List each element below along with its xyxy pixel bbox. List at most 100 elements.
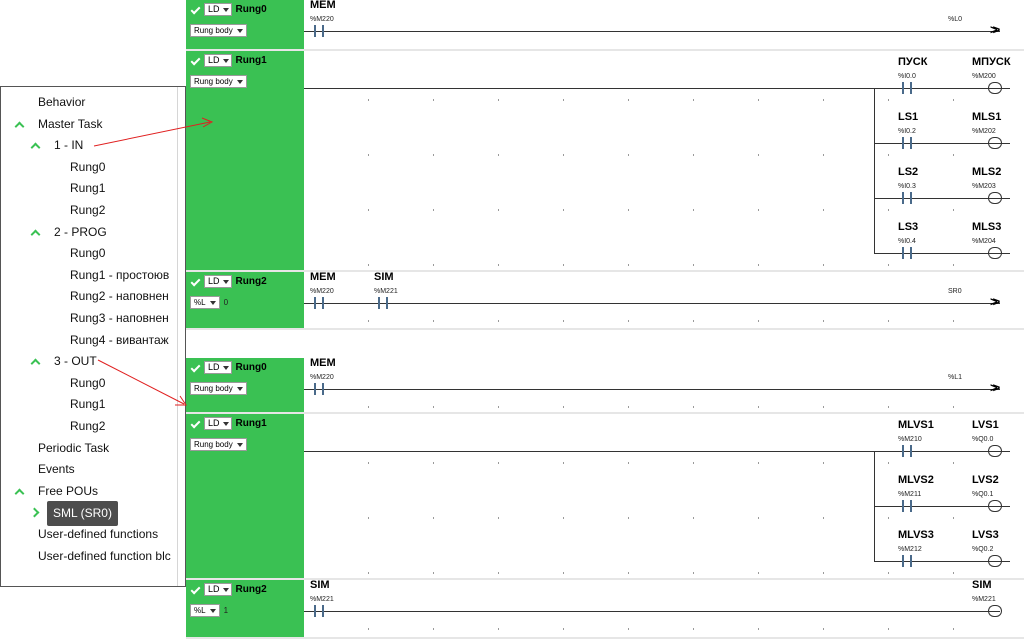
grid-dot	[693, 320, 694, 322]
tree-item[interactable]: Rung2	[70, 419, 105, 433]
contact-label: MLVS1	[898, 419, 934, 431]
wire	[304, 389, 1000, 390]
contact-address: %I0.0	[898, 73, 916, 80]
rung-header-row: LD Rung2	[190, 275, 267, 288]
rung-body-row: Rung body	[190, 24, 247, 37]
tree-item[interactable]: 1 - IN	[54, 138, 83, 152]
tree-item[interactable]: Events	[38, 462, 75, 476]
expand-chevron-icon[interactable]	[14, 488, 25, 499]
tree-item[interactable]: Rung0	[70, 160, 105, 174]
tree-item[interactable]: Behavior	[38, 95, 85, 109]
rung-body-dropdown[interactable]: %L	[190, 604, 220, 617]
contact-symbol	[308, 605, 330, 617]
rung-body-dropdown[interactable]: Rung body	[190, 438, 247, 451]
grid-dot	[888, 628, 889, 630]
grid-dot	[368, 406, 369, 408]
expand-chevron-icon[interactable]	[30, 358, 41, 369]
coil-left-arc	[988, 605, 995, 617]
tree-item[interactable]: Master Task	[38, 117, 102, 131]
rung-body-dropdown[interactable]: %L	[190, 296, 220, 309]
contact-label: SIM	[374, 271, 394, 283]
coil-symbol	[984, 555, 1006, 567]
rung-body-dropdown[interactable]: Rung body	[190, 24, 247, 37]
grid-dot	[563, 517, 564, 519]
tree-item[interactable]: User-defined functions	[38, 527, 158, 541]
check-icon[interactable]	[190, 5, 200, 15]
grid-dot	[563, 209, 564, 211]
tree-item[interactable]: 2 - PROG	[54, 225, 107, 239]
grid-dot	[433, 406, 434, 408]
coil-left-arc	[988, 445, 995, 457]
grid-dot	[693, 406, 694, 408]
rung-canvas[interactable]: ПУСК %I0.0 МПУСК %M200 LS1 %I0.2 MLS1 %M202 LS2%…	[304, 51, 1024, 270]
contact-address: %M210	[898, 436, 922, 443]
tree-item[interactable]: 3 - OUT	[54, 354, 97, 368]
grid-dot	[758, 572, 759, 574]
rung-body-dropdown[interactable]: Rung body	[190, 75, 247, 88]
grid-dot	[628, 572, 629, 574]
chevron-down-icon	[222, 587, 229, 592]
rung-value: 1	[223, 606, 229, 615]
contact-symbol	[896, 500, 918, 512]
grid-dot	[628, 154, 629, 156]
rung: LD Rung2 %L 1 SIM %M221 SIM %M221	[186, 579, 1024, 639]
coil-address: %Q0.1	[972, 491, 994, 498]
check-icon[interactable]	[190, 56, 200, 66]
grid-dot	[758, 628, 759, 630]
rung-body-row: Rung body	[190, 75, 247, 88]
tree-item[interactable]: Rung0	[70, 246, 105, 260]
contact-symbol	[896, 137, 918, 149]
tree-item[interactable]: Rung4 - вивантаж	[70, 333, 169, 347]
expand-chevron-icon[interactable]	[14, 121, 25, 132]
rung-canvas[interactable]: MEM %M220 %L1 >>	[304, 357, 1024, 412]
check-icon[interactable]	[190, 585, 200, 595]
tree-item-selected[interactable]: SML (SR0)	[47, 501, 118, 527]
grid-dot	[823, 209, 824, 211]
rung-header-row: LD Rung0	[190, 3, 267, 16]
grid-dot	[823, 99, 824, 101]
tree-item[interactable]: Rung3 - наповнен	[70, 311, 169, 325]
check-icon[interactable]	[190, 277, 200, 287]
rung-header: LD Rung0 Rung body	[186, 358, 304, 412]
jump-arrow-icon: >>	[990, 22, 1000, 37]
rung-canvas[interactable]: MEM %M220 SIM %M221 SR0 >>	[304, 271, 1024, 328]
expand-chevron-icon[interactable]	[30, 142, 41, 153]
grid-dot	[693, 628, 694, 630]
grid-dot	[888, 517, 889, 519]
language-dropdown[interactable]: LD	[204, 54, 232, 67]
tree-item[interactable]: User-defined function blc	[38, 549, 171, 563]
language-dropdown[interactable]: LD	[204, 417, 232, 430]
tree-item[interactable]: Periodic Task	[38, 441, 109, 455]
language-dropdown[interactable]: LD	[204, 275, 232, 288]
grid-dot	[498, 264, 499, 266]
expand-chevron-icon[interactable]	[30, 229, 41, 240]
chevron-down-icon	[222, 7, 229, 12]
tree-item[interactable]: Rung2 - наповнен	[70, 289, 169, 303]
tree-item[interactable]: Rung1	[70, 397, 105, 411]
rung-body-dropdown[interactable]: Rung body	[190, 382, 247, 395]
check-icon[interactable]	[190, 363, 200, 373]
collapse-chevron-icon[interactable]	[29, 507, 40, 518]
tree-item[interactable]: Rung1 - простоюв	[70, 268, 169, 282]
grid-dot	[693, 99, 694, 101]
grid-dot	[368, 264, 369, 266]
rung-canvas[interactable]: MLVS1 %M210 LVS1 %Q0.0 MLVS2 %M211 LVS2 %Q0.1 ML…	[304, 414, 1024, 578]
tree-item[interactable]: Rung2	[70, 203, 105, 217]
grid-dot	[888, 154, 889, 156]
coil-label: SIM	[972, 579, 992, 591]
tree-item[interactable]: Rung0	[70, 376, 105, 390]
grid-dot	[758, 462, 759, 464]
language-dropdown[interactable]: LD	[204, 361, 232, 374]
rung-canvas[interactable]: SIM %M221 SIM %M221	[304, 579, 1024, 637]
check-icon[interactable]	[190, 419, 200, 429]
language-dropdown[interactable]: LD	[204, 3, 232, 16]
wire	[304, 31, 1000, 32]
coil-symbol	[984, 82, 1006, 94]
grid-dot	[953, 572, 954, 574]
rung-canvas[interactable]: MEM %M220 %L0 >>	[304, 0, 1024, 49]
language-dropdown[interactable]: LD	[204, 583, 232, 596]
rung-header: LD Rung2 %L 1	[186, 580, 304, 637]
tree-item[interactable]: Free POUs	[38, 484, 98, 498]
tree-item[interactable]: Rung1	[70, 181, 105, 195]
contact-label: MLVS3	[898, 529, 934, 541]
